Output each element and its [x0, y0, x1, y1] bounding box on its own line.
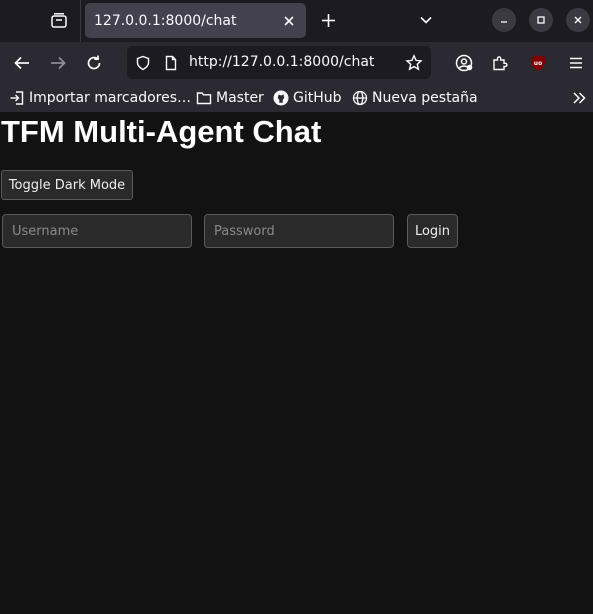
- import-icon: [9, 90, 25, 106]
- active-tab[interactable]: 127.0.0.1:8000/chat: [85, 3, 306, 38]
- bookmark-label: Importar marcadores…: [29, 90, 191, 106]
- navigation-toolbar: http://127.0.0.1:8000/chat uo: [0, 42, 593, 84]
- page-icon[interactable]: [162, 54, 180, 72]
- page-content: TFM Multi-Agent Chat Toggle Dark Mode Lo…: [0, 112, 593, 614]
- bookmark-import[interactable]: Importar marcadores…: [9, 88, 191, 108]
- bookmark-new-tab[interactable]: Nueva pestaña: [352, 88, 478, 108]
- bookmarks-toolbar: Importar marcadores… Master GitHub Nueva…: [0, 84, 593, 112]
- folder-icon: [196, 90, 212, 106]
- chevron-down-icon[interactable]: [414, 8, 438, 32]
- chevron-double-right-icon[interactable]: [570, 88, 588, 108]
- hamburger-menu-icon[interactable]: [563, 50, 589, 76]
- close-window-icon[interactable]: [566, 8, 590, 32]
- close-tab-icon[interactable]: [279, 11, 299, 31]
- bookmark-label: GitHub: [293, 90, 342, 106]
- browser-window: 127.0.0.1:8000/chat http://127.0.0.1:800…: [0, 0, 593, 614]
- tab-title: 127.0.0.1:8000/chat: [94, 12, 237, 29]
- forward-arrow-icon[interactable]: [45, 50, 71, 76]
- new-tab-plus-icon[interactable]: [316, 8, 340, 32]
- bookmark-label: Master: [216, 90, 264, 106]
- extensions-puzzle-icon[interactable]: [487, 50, 513, 76]
- bookmark-master[interactable]: Master: [196, 88, 264, 108]
- minimize-icon[interactable]: [492, 8, 516, 32]
- ublock-origin-icon[interactable]: uo: [525, 50, 551, 76]
- bookmark-github[interactable]: GitHub: [273, 88, 342, 108]
- shield-icon[interactable]: [134, 54, 152, 72]
- bookmark-star-icon[interactable]: [405, 54, 423, 72]
- globe-icon: [352, 90, 368, 106]
- svg-text:uo: uo: [534, 60, 542, 67]
- back-arrow-icon[interactable]: [9, 50, 35, 76]
- username-input[interactable]: [2, 214, 192, 248]
- page-title: TFM Multi-Agent Chat: [1, 114, 322, 149]
- reload-icon[interactable]: [81, 50, 107, 76]
- tab-bar: 127.0.0.1:8000/chat: [0, 0, 593, 42]
- password-input[interactable]: [204, 214, 394, 248]
- url-text[interactable]: http://127.0.0.1:8000/chat: [189, 54, 374, 70]
- account-icon[interactable]: [451, 50, 477, 76]
- maximize-icon[interactable]: [529, 8, 553, 32]
- tab-list-icon[interactable]: [46, 8, 72, 34]
- toggle-dark-mode-button[interactable]: Toggle Dark Mode: [1, 170, 133, 200]
- login-button[interactable]: Login: [407, 214, 458, 248]
- address-bar[interactable]: http://127.0.0.1:8000/chat: [127, 46, 431, 79]
- bookmark-label: Nueva pestaña: [372, 90, 478, 106]
- tab-separator: [80, 0, 81, 42]
- github-icon: [273, 90, 289, 106]
